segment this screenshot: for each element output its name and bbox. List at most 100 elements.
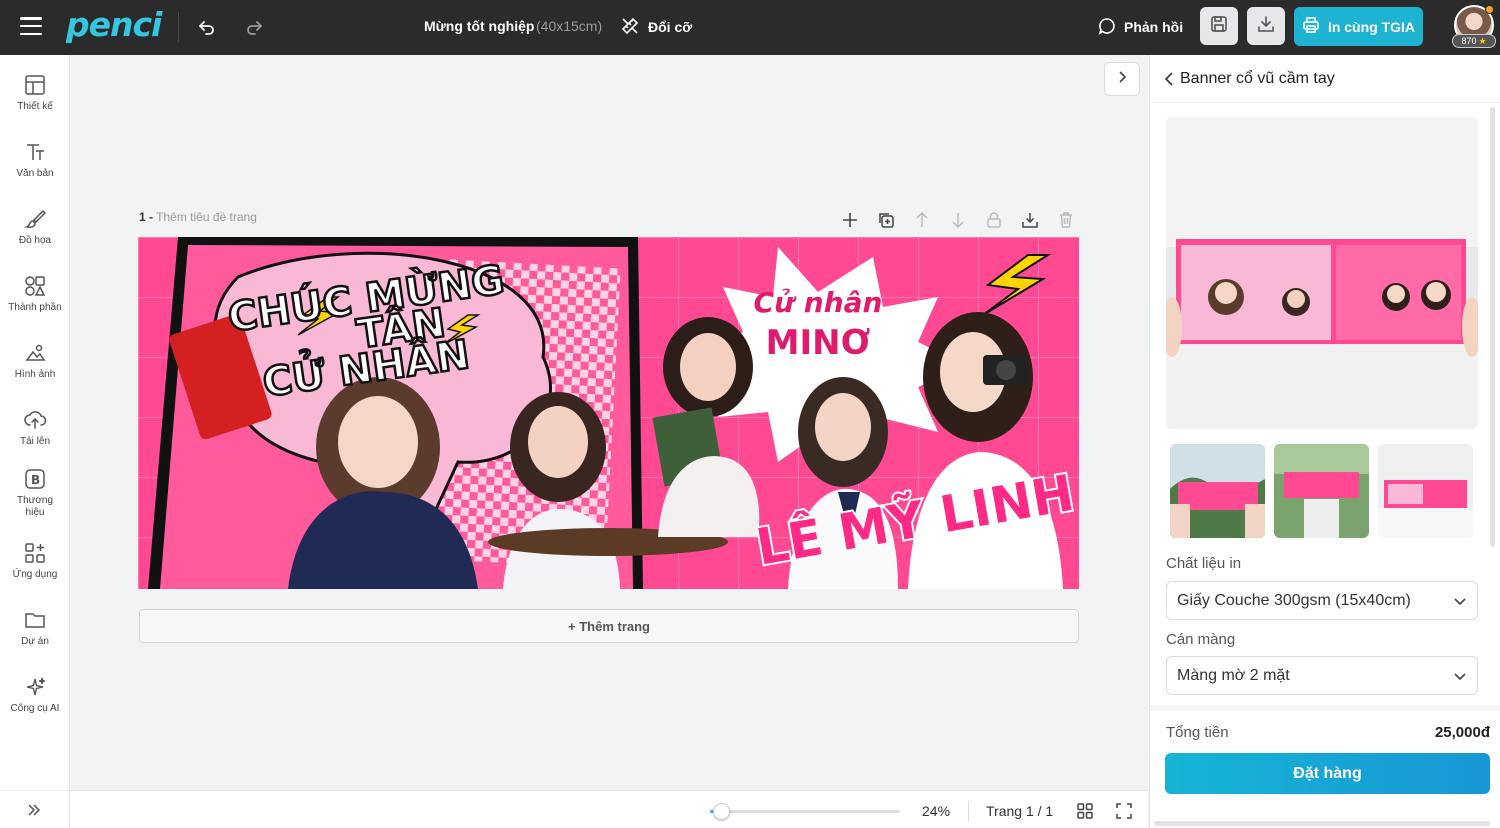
sidebar-item-images[interactable]: Hình ảnh [0,341,70,381]
page-title-placeholder[interactable]: Thêm tiêu đề trang [156,210,257,224]
elements-icon [23,274,47,298]
add-icon[interactable] [838,209,862,231]
delete-icon[interactable] [1054,209,1078,231]
save-icon [1210,15,1228,38]
thumbnail-image [1170,444,1265,538]
sidebar-item-projects[interactable]: Dự án [0,608,70,648]
page-number: 1 - [139,210,154,224]
redo-icon[interactable] [241,14,267,40]
resize-label: Đổi cỡ [648,19,693,35]
fullscreen-icon[interactable] [1114,801,1134,821]
total-label: Tổng tiền [1166,724,1229,741]
download-button[interactable] [1247,7,1285,45]
zoom-slider-thumb[interactable] [713,803,731,820]
sidebar-item-text[interactable]: Văn bản [0,140,70,180]
material-select[interactable]: Giấy Couche 300gsm (15x40cm) [1166,581,1478,620]
sidebar-item-label: Dự án [21,636,49,647]
menu-icon[interactable] [20,17,42,35]
sparkles-icon [23,675,47,699]
chevron-down-icon [1453,594,1467,613]
order-button[interactable]: Đặt hàng [1165,753,1490,794]
sidebar-item-brand[interactable]: B Thương hiệu [0,467,70,519]
divider [1150,705,1500,711]
folder-icon [23,608,47,632]
add-page-button[interactable]: + Thêm trang [139,609,1079,643]
sidebar-item-elements[interactable]: Thành phần [0,274,70,314]
sidebar-item-label: Công cụ AI [10,703,60,714]
scrollbar[interactable] [1490,107,1495,547]
thumbnail-image [1378,444,1473,538]
undo-icon[interactable] [194,14,220,40]
resize-icon [620,16,640,39]
back-chevron-icon[interactable] [1160,69,1178,89]
duplicate-icon[interactable] [874,209,898,231]
page-count: Trang 1 / 1 [986,803,1054,819]
print-button[interactable]: In cùng TGIA [1294,7,1423,46]
expand-sidebar-icon[interactable] [22,800,46,820]
banner-artwork: CHÚC MỪNG TÂN CỬ NHÂN Cử nhân MINƠ LÊ MỸ… [138,237,1079,589]
svg-text:B: B [31,473,40,487]
lock-icon[interactable] [982,209,1006,231]
design-banner[interactable]: CHÚC MỪNG TÂN CỬ NHÂN Cử nhân MINƠ LÊ MỸ… [138,237,1079,589]
image-icon [23,341,47,365]
divider [968,801,969,821]
sidebar-item-label: Tải lên [19,436,50,447]
total-price: 25,000đ [1434,724,1490,741]
material-value: Giấy Couche 300gsm (15x40cm) [1177,591,1411,609]
preview-mockup [1166,117,1478,429]
move-up-icon[interactable] [910,209,934,231]
panel-title: Banner cổ vũ cầm tay [1180,70,1335,87]
divider [0,790,70,791]
printer-icon [1302,16,1320,37]
preview-thumbnail-2[interactable] [1274,444,1369,538]
badge-line-2: MINƠ [766,323,871,363]
panel-header: Banner cổ vũ cầm tay [1150,55,1500,103]
page-toolbar [838,209,1078,231]
lamination-value: Màng mờ 2 mặt [1177,666,1290,684]
sidebar-item-apps[interactable]: Ứng dụng [0,541,70,581]
preview-thumbnail-1[interactable] [1170,444,1265,538]
left-sidebar: Thiết kế Văn bản Đồ họa Thành phần Hình … [0,55,70,828]
move-down-icon[interactable] [946,209,970,231]
document-size: (40x15cm) [536,18,603,34]
app-logo[interactable]: penci [66,5,162,44]
star-icon: ★ [1478,35,1487,46]
brand-icon: B [23,467,47,491]
layout-icon [23,73,47,97]
sidebar-item-label: Thương hiệu [16,495,54,518]
page-title[interactable]: 1 - Thêm tiêu đề trang [139,210,257,224]
collapse-panel-button[interactable] [1104,62,1140,96]
upload-icon [23,408,47,432]
print-label: In cùng TGIA [1327,18,1416,35]
lamination-select[interactable]: Màng mờ 2 mặt [1166,656,1478,695]
sidebar-item-upload[interactable]: Tải lên [0,408,70,448]
apps-icon [23,541,47,565]
zoom-level[interactable]: 24% [922,803,950,819]
sidebar-item-label: Thành phần [8,302,62,313]
zoom-slider[interactable] [710,803,900,820]
resize-button[interactable]: Đổi cỡ [620,14,692,40]
lamination-label: Cán màng [1166,631,1236,648]
chevron-right-icon [1117,70,1127,88]
export-page-icon[interactable] [1018,209,1042,231]
sidebar-item-design[interactable]: Thiết kế [0,73,70,113]
sidebar-item-ai-tools[interactable]: Công cụ AI [0,675,70,715]
sidebar-item-graphics[interactable]: Đồ họa [0,207,70,247]
bottom-bar: 24% Trang 1 / 1 [70,790,1148,828]
download-icon [1257,15,1275,38]
grid-view-icon[interactable] [1075,801,1095,821]
sidebar-item-label: Văn bản [16,168,54,179]
horizontal-scrollbar[interactable] [1154,821,1490,826]
chevron-down-icon [1453,669,1467,688]
product-preview[interactable] [1166,117,1478,429]
text-icon [23,140,47,164]
badge-line-1: Cử nhân [754,286,883,319]
save-button[interactable] [1200,7,1238,45]
divider [178,12,179,42]
feedback-label: Phản hồi [1124,19,1184,35]
document-title[interactable]: Mừng tốt nghiệp [424,18,534,34]
preview-thumbnail-3[interactable] [1378,444,1473,538]
feedback-button[interactable]: Phản hồi [1098,14,1183,40]
credit-count: 870 [1461,36,1477,46]
order-panel: Banner cổ vũ cầm tay Chất liệu in Giấy C… [1149,55,1500,828]
